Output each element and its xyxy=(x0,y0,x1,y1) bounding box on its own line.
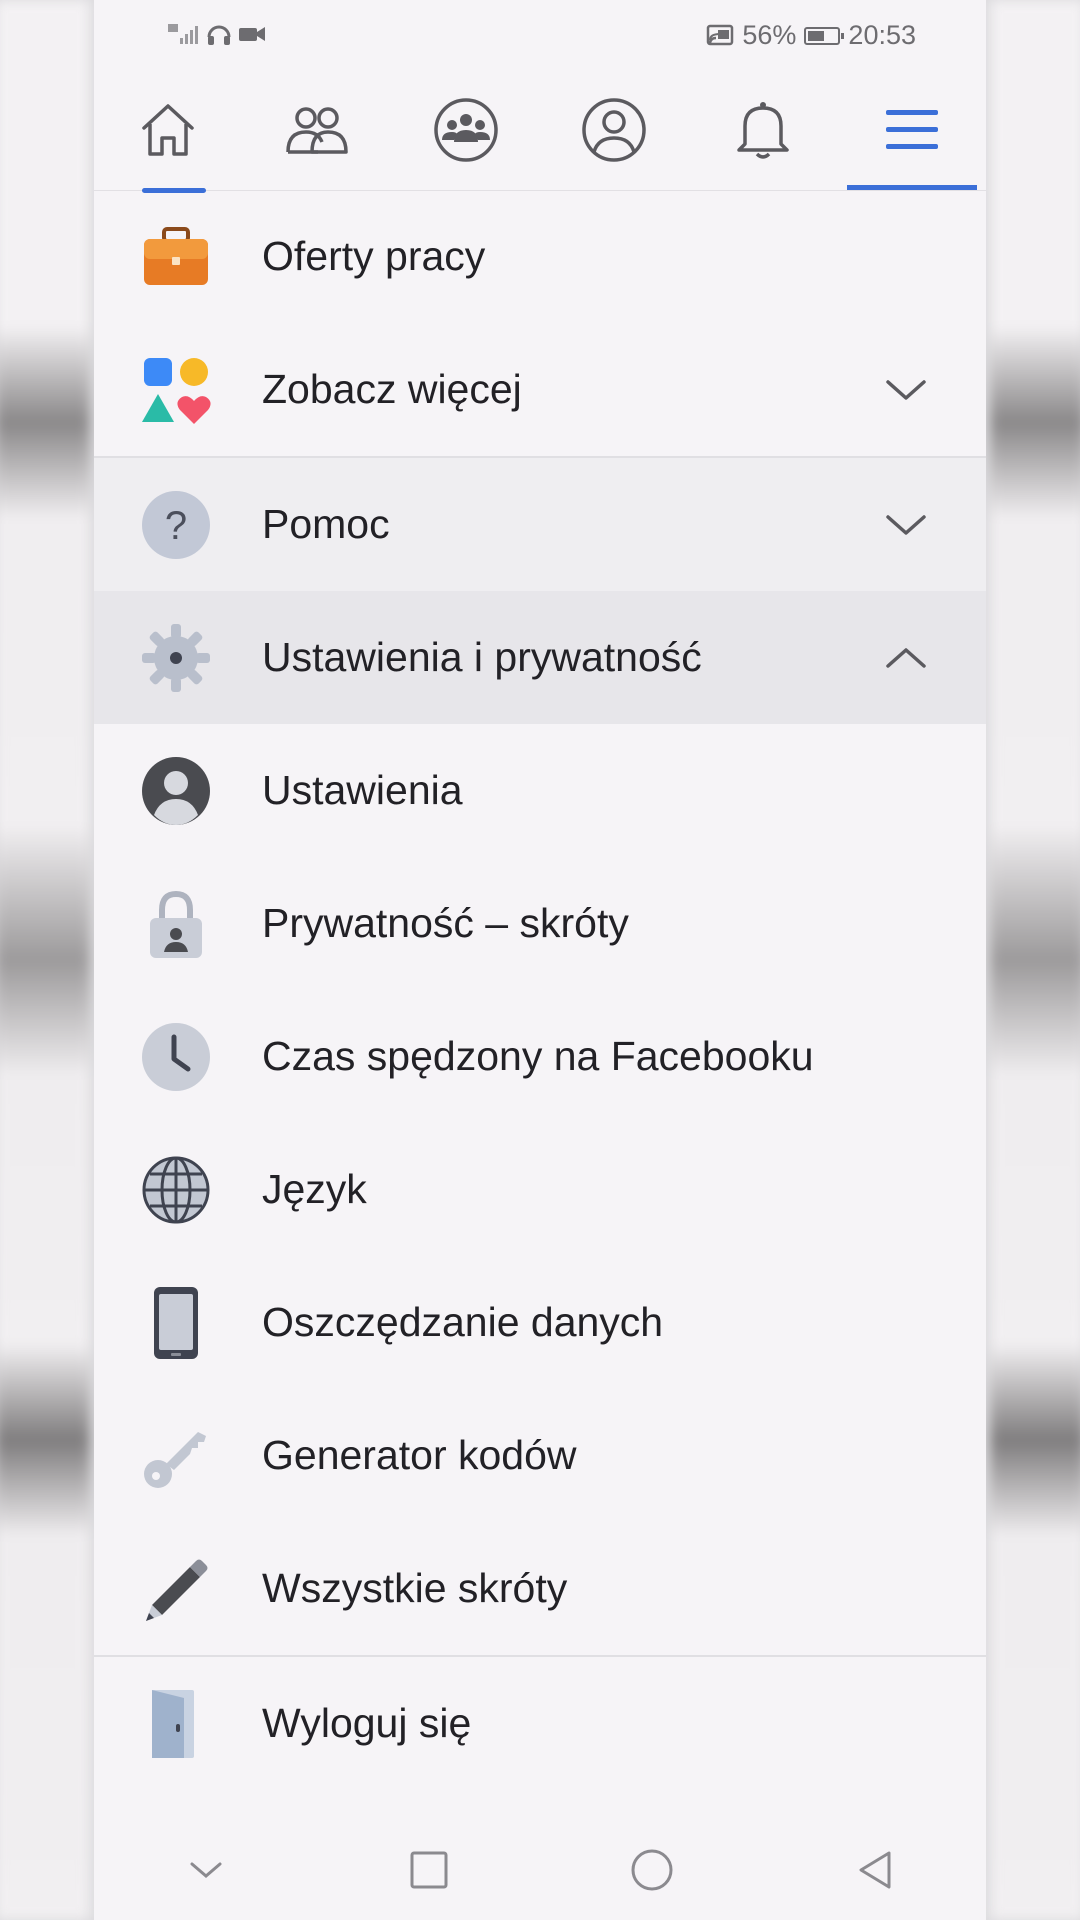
menu-item-label: Zobacz więcej xyxy=(262,366,522,412)
chevron-down-icon xyxy=(884,511,928,539)
chevron-down-icon xyxy=(190,1862,221,1878)
status-icons-left xyxy=(166,22,266,46)
menu-item-jobs[interactable]: Oferty pracy xyxy=(94,190,986,323)
submenu-item-time-on-facebook[interactable]: Czas spędzony na Facebooku xyxy=(94,990,986,1123)
submenu-item-data-saver[interactable]: Oszczędzanie danych xyxy=(94,1256,986,1389)
top-navigation xyxy=(94,70,986,191)
recents-button[interactable] xyxy=(389,1830,469,1910)
signal-icon xyxy=(168,24,198,44)
status-bar: 56% 20:53 xyxy=(94,0,986,70)
tab-friends[interactable] xyxy=(252,70,382,190)
camera-icon xyxy=(239,27,265,41)
submenu-item-privacy-shortcuts[interactable]: Prywatność – skróty xyxy=(94,857,986,990)
blurred-backdrop-left xyxy=(0,0,90,1920)
lock-icon xyxy=(140,888,212,960)
headset-icon xyxy=(207,25,231,45)
friends-icon xyxy=(286,107,348,154)
phone-screen: 56% 20:53 Oferty pracy Zobacz więcej ? P… xyxy=(94,0,986,1920)
battery-fill xyxy=(808,30,825,41)
back-button[interactable] xyxy=(835,1830,915,1910)
triangle-back-icon xyxy=(859,1851,890,1889)
pencil-icon xyxy=(140,1553,212,1625)
home-button[interactable] xyxy=(612,1830,692,1910)
menu-item-label: Ustawienia i prywatność xyxy=(262,634,702,680)
groups-icon xyxy=(433,98,498,162)
tab-profile[interactable] xyxy=(549,70,679,190)
menu-item-label: Oszczędzanie danych xyxy=(262,1299,664,1345)
square-icon xyxy=(410,1851,447,1889)
blurred-backdrop-right xyxy=(990,0,1080,1920)
clock-time: 20:53 xyxy=(848,20,916,50)
phone-icon xyxy=(140,1286,212,1359)
clock-icon xyxy=(140,1021,212,1093)
shapes-icon xyxy=(140,354,212,426)
menu-item-label: Generator kodów xyxy=(262,1432,577,1478)
submenu-item-settings[interactable]: Ustawienia xyxy=(94,724,986,857)
tab-groups[interactable] xyxy=(401,70,531,190)
submenu-item-code-generator[interactable]: Generator kodów xyxy=(94,1389,986,1522)
cast-icon xyxy=(707,24,734,45)
menu-item-label: Ustawienia xyxy=(262,767,463,813)
submenu-item-language[interactable]: Język xyxy=(94,1123,986,1256)
hide-keyboard-button[interactable] xyxy=(166,1830,246,1910)
chevron-up-icon xyxy=(884,644,928,672)
gear-icon xyxy=(140,622,212,694)
menu-item-label: Czas spędzony na Facebooku xyxy=(262,1033,814,1079)
menu-list: Oferty pracy Zobacz więcej ? Pomoc Ustaw… xyxy=(94,190,986,1790)
tab-menu[interactable] xyxy=(846,70,977,190)
menu-item-settings-privacy[interactable]: Ustawienia i prywatność xyxy=(94,591,986,724)
question-icon: ? xyxy=(140,489,212,561)
battery-percent: 56% xyxy=(742,20,797,50)
battery-icon xyxy=(804,26,845,45)
briefcase-icon xyxy=(140,221,212,293)
globe-icon xyxy=(140,1154,212,1226)
circle-icon xyxy=(631,1849,672,1891)
system-navigation-bar xyxy=(94,1820,986,1920)
submenu-item-all-shortcuts[interactable]: Wszystkie skróty xyxy=(94,1522,986,1655)
key-icon xyxy=(140,1420,212,1492)
tab-notifications[interactable] xyxy=(698,70,828,190)
menu-item-label: Oferty pracy xyxy=(262,233,486,279)
status-icons-right: 56% 20:53 xyxy=(706,20,916,51)
menu-item-help[interactable]: ? Pomoc xyxy=(94,458,986,591)
profile-icon xyxy=(582,98,647,162)
menu-item-label: Wszystkie skróty xyxy=(262,1565,568,1611)
user-circle-icon xyxy=(140,755,212,827)
menu-item-label: Język xyxy=(262,1166,367,1212)
menu-item-logout[interactable]: Wyloguj się xyxy=(94,1657,986,1790)
menu-item-label: Wyloguj się xyxy=(262,1700,472,1746)
menu-icon xyxy=(885,110,938,149)
menu-item-see-more[interactable]: Zobacz więcej xyxy=(94,323,986,456)
tab-home[interactable] xyxy=(103,70,233,190)
menu-item-label: Pomoc xyxy=(262,501,390,547)
chevron-down-icon xyxy=(884,376,928,404)
menu-item-label: Prywatność – skróty xyxy=(262,900,629,946)
door-icon xyxy=(140,1688,212,1760)
svg-text:?: ? xyxy=(165,504,187,548)
bell-icon xyxy=(737,102,789,159)
home-icon xyxy=(142,104,195,156)
